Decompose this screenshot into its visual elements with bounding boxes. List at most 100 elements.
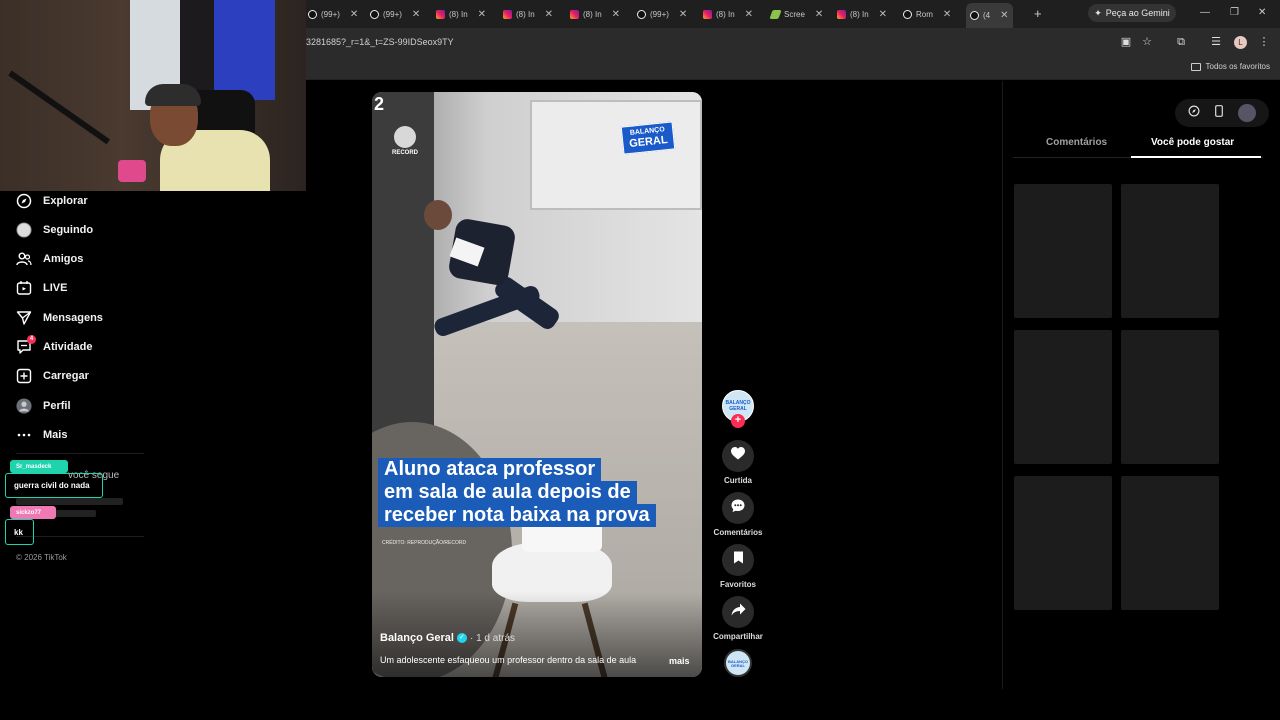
close-icon[interactable]: ✕ bbox=[745, 9, 753, 20]
browser-tab[interactable]: (99+) ✕ bbox=[637, 4, 687, 24]
webcam-overlay bbox=[0, 0, 306, 191]
record-logo: RECORD bbox=[390, 126, 420, 156]
video-person bbox=[424, 200, 572, 372]
following-avatar-icon bbox=[16, 222, 32, 238]
gemini-sparkle-icon: ✦ bbox=[1094, 7, 1102, 18]
close-icon[interactable]: ✕ bbox=[478, 9, 486, 20]
instagram-icon bbox=[703, 9, 712, 19]
suggested-video-thumb[interactable] bbox=[1121, 184, 1219, 318]
extensions-icon[interactable]: ⧉ bbox=[1175, 36, 1187, 48]
all-bookmarks[interactable]: Todos os favoritos bbox=[1190, 62, 1270, 71]
verified-icon: ✓ bbox=[456, 633, 467, 643]
upload-icon bbox=[16, 368, 32, 384]
browser-tab-active[interactable]: (4 ✕ bbox=[966, 3, 1013, 28]
browser-tab[interactable]: (99+) ✕ bbox=[370, 4, 420, 24]
maximize-icon[interactable]: ❐ bbox=[1230, 7, 1239, 18]
phone-icon[interactable] bbox=[1215, 104, 1223, 122]
browser-tab[interactable]: (8) In ✕ bbox=[837, 4, 887, 24]
close-icon[interactable]: ✕ bbox=[943, 9, 951, 20]
heart-icon bbox=[731, 447, 745, 465]
video-player[interactable]: 2 RECORD BALANÇO GERAL Aluno ataca profes… bbox=[372, 92, 702, 677]
more-link[interactable]: mais bbox=[669, 656, 690, 666]
user-avatar[interactable] bbox=[1237, 104, 1256, 122]
sidebar-item-seguindo[interactable]: Seguindo bbox=[16, 220, 93, 240]
instagram-icon bbox=[837, 9, 846, 19]
chat-username: Sr_masdeck bbox=[10, 460, 68, 473]
sidebar-item-carregar[interactable]: Carregar bbox=[16, 366, 89, 386]
sidebar-item-mais[interactable]: Mais bbox=[16, 425, 67, 445]
suggested-video-thumb[interactable] bbox=[1121, 476, 1219, 610]
tab-voce-pode-gostar[interactable]: Você pode gostar bbox=[1151, 137, 1234, 148]
suggested-video-thumb[interactable] bbox=[1014, 330, 1112, 464]
browser-tab[interactable]: Rom ✕ bbox=[903, 4, 951, 24]
compass-icon bbox=[16, 193, 32, 209]
profile-avatar[interactable]: L bbox=[1234, 36, 1247, 49]
video-headline: Aluno ataca professor em sala de aula de… bbox=[378, 458, 678, 527]
browser-tab[interactable]: Scree ✕ bbox=[769, 4, 823, 24]
window-close-icon[interactable]: ✕ bbox=[1258, 7, 1266, 18]
like-label: Curtida bbox=[724, 476, 752, 485]
right-panel: Comentários Você pode gostar bbox=[1002, 81, 1280, 689]
url-text[interactable]: 3281685?_r=1&_t=ZS-99IDSeox9TY bbox=[306, 37, 454, 47]
sidebar-item-mensagens[interactable]: Mensagens bbox=[16, 308, 103, 328]
friends-icon bbox=[16, 251, 32, 267]
close-icon[interactable]: ✕ bbox=[545, 9, 553, 20]
share-label: Compartilhar bbox=[713, 632, 763, 641]
browser-tab[interactable]: (8) In ✕ bbox=[570, 4, 620, 24]
favorite-button[interactable] bbox=[722, 544, 754, 576]
tab-comentarios[interactable]: Comentários bbox=[1046, 137, 1107, 148]
close-icon[interactable]: ✕ bbox=[679, 9, 687, 20]
new-tab-button[interactable]: + bbox=[1034, 6, 1042, 21]
menu-icon[interactable]: ⋮ bbox=[1258, 36, 1270, 48]
follow-button[interactable]: + bbox=[731, 414, 745, 428]
gemini-button[interactable]: ✦ Peça ao Gemini bbox=[1088, 4, 1176, 22]
sidebar-item-perfil[interactable]: Perfil bbox=[16, 396, 71, 416]
share-button[interactable] bbox=[722, 596, 754, 628]
close-icon[interactable]: ✕ bbox=[1000, 10, 1008, 21]
copyright-text: © 2026 TikTok bbox=[16, 553, 67, 562]
sidebar-divider bbox=[16, 536, 144, 537]
chat-username: sickzo77 bbox=[10, 506, 56, 519]
video-description: Um adolescente esfaqueou um professor de… bbox=[380, 655, 637, 665]
sidebar-item-explorar[interactable]: Explorar bbox=[16, 191, 88, 211]
favorite-label: Favoritos bbox=[719, 580, 756, 589]
browser-tab[interactable]: (8) In ✕ bbox=[436, 4, 486, 24]
panel-toolbar bbox=[1175, 99, 1269, 127]
share-icon bbox=[731, 603, 746, 621]
sidebar-item-atividade[interactable]: 4 Atividade bbox=[16, 335, 93, 357]
balanco-geral-logo: BALANÇO GERAL bbox=[620, 121, 676, 155]
browser-tab[interactable]: (8) In ✕ bbox=[703, 4, 753, 24]
close-icon[interactable]: ✕ bbox=[350, 9, 358, 20]
live-icon bbox=[16, 280, 32, 296]
screencast-icon bbox=[769, 9, 782, 19]
reading-list-icon[interactable]: ☰ bbox=[1210, 36, 1222, 48]
close-icon[interactable]: ✕ bbox=[879, 9, 887, 20]
bookmark-icon bbox=[733, 551, 744, 569]
instagram-icon bbox=[436, 9, 445, 19]
close-icon[interactable]: ✕ bbox=[412, 9, 420, 20]
tiktok-icon bbox=[637, 9, 646, 19]
like-button[interactable] bbox=[722, 440, 754, 472]
credit-text: CRÉDITO: REPRODUÇÃO/RECORD bbox=[382, 540, 467, 546]
sidebar-divider bbox=[16, 453, 144, 454]
send-icon bbox=[16, 310, 32, 326]
comment-button[interactable] bbox=[722, 492, 754, 524]
chat-message: kk bbox=[5, 519, 34, 545]
cast-icon[interactable]: ▣ bbox=[1120, 36, 1132, 48]
compass-icon[interactable] bbox=[1188, 104, 1200, 122]
browser-tab[interactable]: (99+) ✕ bbox=[308, 4, 358, 24]
close-icon[interactable]: ✕ bbox=[612, 9, 620, 20]
suggested-video-thumb[interactable] bbox=[1014, 476, 1112, 610]
suggested-video-thumb[interactable] bbox=[1121, 330, 1219, 464]
close-icon[interactable]: ✕ bbox=[815, 9, 823, 20]
minimize-icon[interactable]: — bbox=[1200, 7, 1210, 18]
sidebar-item-amigos[interactable]: Amigos bbox=[16, 249, 83, 269]
sidebar-item-live[interactable]: LIVE bbox=[16, 278, 67, 298]
star-icon[interactable]: ☆ bbox=[1141, 36, 1153, 48]
placeholder-bar bbox=[16, 498, 123, 505]
browser-tab[interactable]: (8) In ✕ bbox=[503, 4, 553, 24]
profile-avatar-icon bbox=[16, 398, 32, 414]
video-author[interactable]: Balanço Geral ✓ · 1 d atrás bbox=[380, 632, 515, 644]
music-disc[interactable]: BALANÇO GERAL bbox=[724, 649, 752, 677]
suggested-video-thumb[interactable] bbox=[1014, 184, 1112, 318]
